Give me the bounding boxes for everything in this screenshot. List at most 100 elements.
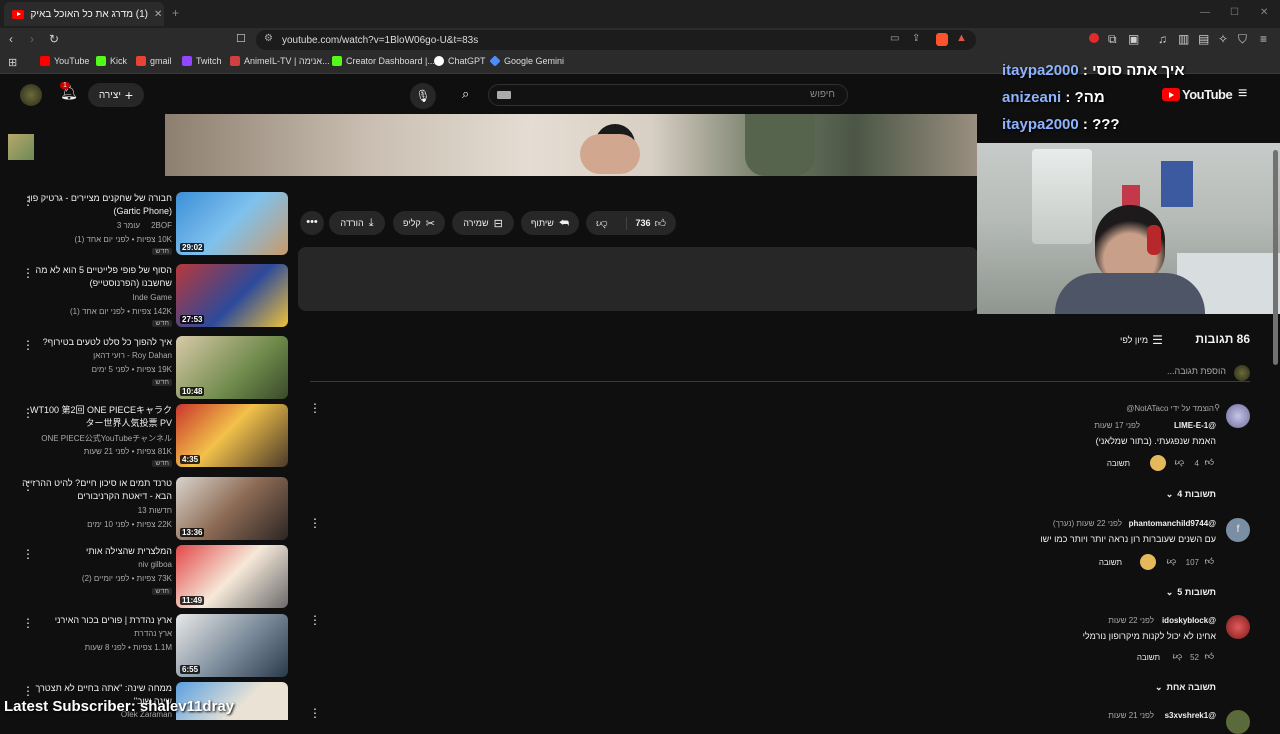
- video-thumbnail[interactable]: 29:02: [176, 192, 288, 255]
- share-button[interactable]: שיתוף ⮪: [521, 211, 579, 235]
- channel-name[interactable]: Inde Game: [22, 293, 172, 302]
- video-menu-icon[interactable]: ⋮: [22, 547, 34, 561]
- new-tab-button[interactable]: +: [172, 6, 179, 20]
- reply-button[interactable]: תשובה: [1137, 653, 1160, 662]
- page-scrollbar[interactable]: [1273, 150, 1278, 365]
- recommended-video[interactable]: 27:53 הסוף של פופי פלייטיים 5 הוא לא מה …: [0, 264, 290, 330]
- comment-menu-icon[interactable]: ⋮: [309, 706, 321, 720]
- comment-author[interactable]: idoskyblock@: [1162, 616, 1216, 625]
- reply-button[interactable]: תשובה: [1099, 558, 1122, 567]
- recommended-video[interactable]: 4:35 WT100 第2回 ONE PIECEキャラクター世界人気投票 PV …: [0, 404, 290, 470]
- comment-like-button[interactable]: 👍︎: [1205, 556, 1214, 567]
- sidebar-icon[interactable]: ▥: [1178, 32, 1189, 46]
- forward-icon[interactable]: ›: [30, 32, 34, 46]
- bookmark-kick[interactable]: Kick: [96, 56, 127, 66]
- comment-dislike-button[interactable]: 👍︎: [1167, 556, 1176, 567]
- bookmark-gmail[interactable]: gmail: [136, 56, 172, 66]
- bookmark-animeil[interactable]: AnimeIL-TV | אנימה...: [230, 56, 330, 66]
- create-button[interactable]: יצירה +: [88, 83, 144, 107]
- comment-like-button[interactable]: 👍︎: [1205, 457, 1214, 468]
- view-replies-button[interactable]: ⌄ תשובה אחת: [1155, 682, 1216, 693]
- video-menu-icon[interactable]: ⋮: [22, 194, 34, 208]
- video-menu-icon[interactable]: ⋮: [22, 406, 34, 420]
- reply-button[interactable]: תשובה: [1107, 459, 1130, 468]
- view-replies-button[interactable]: ⌄ 5 תשובות: [1166, 587, 1216, 598]
- view-replies-button[interactable]: ⌄ 4 תשובות: [1166, 489, 1216, 500]
- bookmark-gemini[interactable]: Google Gemini: [489, 55, 564, 67]
- channel-name[interactable]: ONE PIECE公式YouTubeチャンネル: [22, 433, 172, 444]
- comment-avatar[interactable]: [1226, 404, 1250, 428]
- video-title[interactable]: טרנד תמים או סיכון חיים? להיט ההרזייה הב…: [22, 477, 172, 503]
- extensions-icon[interactable]: ⧉: [1108, 32, 1117, 46]
- reload-icon[interactable]: ↻: [49, 32, 59, 46]
- comment-like-button[interactable]: 👍︎: [1205, 651, 1214, 662]
- video-title[interactable]: הסוף של פופי פלייטיים 5 הוא לא מה שחשבנו…: [22, 264, 172, 290]
- extension-box-icon[interactable]: ▣: [1128, 32, 1139, 46]
- notifications-button[interactable]: 🔔︎ 1: [58, 82, 80, 106]
- description-box[interactable]: [298, 247, 978, 311]
- comment-menu-icon[interactable]: ⋮: [309, 401, 321, 415]
- video-title[interactable]: WT100 第2回 ONE PIECEキャラクター世界人気投票 PV: [22, 404, 172, 430]
- ai-icon[interactable]: ✧: [1218, 32, 1228, 46]
- like-button[interactable]: 736 👍︎: [626, 216, 666, 230]
- install-icon[interactable]: ▭: [890, 33, 899, 44]
- video-title[interactable]: חבורה של שחקנים מציירים - גרטיק פון (Gar…: [22, 192, 172, 218]
- voice-search-button[interactable]: 🎙︎: [410, 83, 436, 109]
- channel-name[interactable]: niv gilboa: [22, 560, 172, 569]
- comment-menu-icon[interactable]: ⋮: [309, 613, 321, 627]
- bookmark-chatgpt[interactable]: ChatGPT: [434, 56, 486, 66]
- channel-name[interactable]: עומר 3: [80, 221, 140, 230]
- video-thumbnail[interactable]: 6:55: [176, 614, 288, 677]
- media-icon[interactable]: ♫: [1158, 32, 1167, 46]
- video-title[interactable]: ארץ נהדרת | פורים בכור האירני: [22, 614, 172, 627]
- menu-icon[interactable]: ≡: [1260, 32, 1267, 46]
- download-button[interactable]: הורדה ⤓: [329, 211, 385, 235]
- bookmark-youtube[interactable]: YouTube: [40, 56, 89, 66]
- video-title[interactable]: המלצרית שהצילה אותי: [22, 545, 172, 558]
- channel-name[interactable]: חדשות 13: [22, 506, 172, 515]
- apps-grid-icon[interactable]: ⊞: [8, 56, 17, 70]
- comment-author[interactable]: LIME-E-1@: [1174, 421, 1216, 430]
- share-page-icon[interactable]: ⇪: [912, 33, 920, 44]
- sort-button[interactable]: מיון לפי ☰: [1120, 333, 1163, 347]
- video-menu-icon[interactable]: ⋮: [22, 616, 34, 630]
- video-title[interactable]: איך להפוך כל סלט לטעים בטירוף?: [22, 336, 172, 349]
- bookmark-twitch[interactable]: Twitch: [182, 56, 222, 66]
- comment-dislike-button[interactable]: 👍︎: [1173, 651, 1182, 662]
- comment-author[interactable]: phantomanchild9744@: [1129, 519, 1216, 528]
- video-thumbnail[interactable]: 10:48: [176, 336, 288, 399]
- bookmark-creator-dashboard[interactable]: Creator Dashboard |...: [332, 56, 435, 66]
- comment-avatar[interactable]: [1226, 615, 1250, 639]
- brave-shield-icon[interactable]: [936, 33, 948, 46]
- recommended-video[interactable]: 11:49 המלצרית שהצילה אותי niv gilboa 73K…: [0, 545, 290, 611]
- video-menu-icon[interactable]: ⋮: [22, 684, 34, 698]
- recommended-video[interactable]: 29:02 חבורה של שחקנים מציירים - גרטיק פו…: [0, 192, 290, 258]
- channel-name[interactable]: ארץ נהדרת: [22, 629, 172, 638]
- add-comment-input[interactable]: הוספת תגובה...: [1167, 366, 1226, 376]
- minimize-icon[interactable]: —: [1200, 6, 1210, 20]
- recommended-video[interactable]: 13:36 טרנד תמים או סיכון חיים? להיט ההרז…: [0, 477, 290, 543]
- extension-record-icon[interactable]: [1089, 33, 1099, 43]
- video-thumbnail[interactable]: 13:36: [176, 477, 288, 540]
- video-thumbnail[interactable]: 11:49: [176, 545, 288, 608]
- video-thumbnail[interactable]: 4:35: [176, 404, 288, 467]
- video-menu-icon[interactable]: ⋮: [22, 338, 34, 352]
- video-menu-icon[interactable]: ⋮: [22, 479, 34, 493]
- back-icon[interactable]: ‹: [9, 32, 13, 46]
- comment-avatar[interactable]: [1226, 710, 1250, 734]
- comment-menu-icon[interactable]: ⋮: [309, 516, 321, 530]
- recommended-video[interactable]: 6:55 ארץ נהדרת | פורים בכור האירני ארץ נ…: [0, 614, 290, 680]
- tab-close-icon[interactable]: ✕: [154, 9, 162, 20]
- comment-avatar[interactable]: f: [1226, 518, 1250, 542]
- address-bar[interactable]: ⚙ youtube.com/watch?v=1BloW06go-U&t=83s …: [256, 30, 976, 50]
- wallet-icon[interactable]: ▤: [1198, 32, 1209, 46]
- video-thumbnail[interactable]: 27:53: [176, 264, 288, 327]
- avatar[interactable]: [20, 84, 42, 106]
- bookmark-page-icon[interactable]: ☐: [236, 32, 246, 46]
- rewards-icon[interactable]: ▲: [956, 32, 967, 44]
- save-button[interactable]: שמירה ⊟: [452, 211, 514, 235]
- dislike-button[interactable]: 👍︎: [596, 217, 608, 230]
- video-menu-icon[interactable]: ⋮: [22, 266, 34, 280]
- close-window-icon[interactable]: ✕: [1260, 6, 1268, 20]
- vpn-icon[interactable]: ⛉: [1238, 32, 1247, 46]
